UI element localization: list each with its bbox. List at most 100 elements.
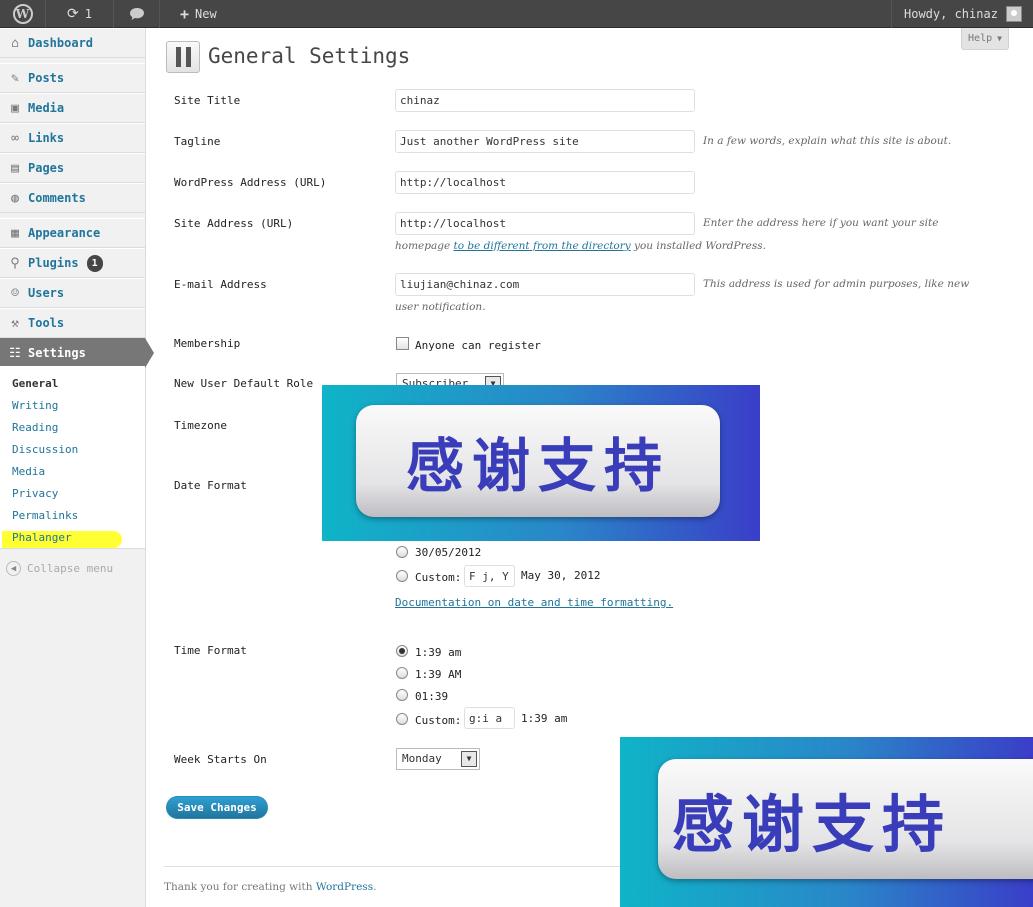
menu-label: Links [28,131,65,145]
menu-pages[interactable]: ▤ Pages [0,153,145,183]
time-format-radio-3[interactable] [396,689,408,701]
week-starts-select[interactable]: Monday ▼ [396,748,480,770]
page-title: General Settings [208,44,411,68]
submenu-permalinks[interactable]: Permalinks [12,509,78,522]
wordpress-menu[interactable]: W [0,0,46,28]
time-format-preview: 1:39 am [521,712,568,725]
new-label: New [195,7,217,21]
updates-count: 1 [84,7,92,21]
collapse-label: Collapse menu [27,562,114,575]
different-directory-link[interactable]: to be different from the directory [454,240,631,252]
banner-text: 感谢支持 [658,759,1033,879]
submenu-discussion[interactable]: Discussion [12,443,78,456]
anyone-can-register-label: Anyone can register [415,339,541,352]
menu-label: Appearance [28,226,101,240]
save-changes-button[interactable]: Save Changes [166,796,268,819]
date-time-documentation-link[interactable]: Documentation on date and time formattin… [395,596,673,609]
media-icon: ▣ [11,100,19,116]
chevron-down-icon: ▼ [997,34,1002,43]
time-format-label: Time Format [174,644,247,657]
admin-sidebar: ⌂ Dashboard ✎ Posts ▣ Media ∞ Links ▤ Pages ◍… [0,28,154,907]
chevron-down-icon: ▼ [461,751,477,767]
howdy-text: Howdy, chinaz [904,7,998,21]
time-format-radio-2[interactable] [396,667,408,679]
submenu-reading[interactable]: Reading [12,421,58,434]
footer-text: Thank you for creating with WordPress. [164,881,376,893]
page-icon: ▤ [11,160,19,176]
date-format-preview: May 30, 2012 [521,569,601,582]
menu-settings[interactable]: ☷ Settings [0,338,154,368]
time-custom-label: Custom: [415,714,462,727]
time-format-custom-input[interactable]: g:i a [464,707,515,729]
banner-text: 感谢支持 [356,405,720,517]
plugins-update-badge: 1 [86,254,103,272]
week-starts-label: Week Starts On [174,753,267,766]
plus-icon: + [180,5,190,23]
plugin-icon: ⚲ [10,255,20,271]
appearance-icon: ▦ [11,225,19,241]
menu-links[interactable]: ∞ Links [0,123,145,153]
menu-label: Settings [28,346,86,360]
menu-label: Users [28,286,65,300]
time-format-radio-1[interactable] [396,645,408,657]
timezone-label: Timezone [174,419,227,432]
settings-submenu: General Writing Reading Discussion Media… [0,366,145,549]
menu-comments[interactable]: ◍ Comments [0,183,145,213]
footer-thanks: Thank you for creating with [164,881,313,893]
site-title-input[interactable]: chinaz [395,89,695,112]
default-role-label: New User Default Role [174,377,314,390]
comment-bubble-icon [129,8,144,20]
site-address-input[interactable]: http://localhost [395,212,695,235]
footer-period: . [373,881,377,893]
refresh-icon: ⟳ [67,6,79,22]
updates-button[interactable]: ⟳ 1 [46,0,114,28]
comments-button[interactable] [114,0,160,28]
date-format-option-label: 30/05/2012 [415,546,482,559]
time-format-option-label: 1:39 AM [415,668,462,681]
menu-plugins[interactable]: ⚲ Plugins 1 [0,248,145,278]
anyone-can-register-checkbox[interactable] [396,337,409,350]
menu-label: Dashboard [28,36,94,50]
submenu-privacy[interactable]: Privacy [12,487,58,500]
menu-posts[interactable]: ✎ Posts [0,63,145,93]
thanks-banner-overlay: 感谢支持 [322,385,760,541]
users-icon: ☺ [11,285,19,301]
new-content-button[interactable]: + New [160,0,270,28]
tagline-input[interactable]: Just another WordPress site [395,130,695,153]
wordpress-address-label: WordPress Address (URL) [174,176,327,189]
submenu-media[interactable]: Media [12,465,45,478]
wordpress-link[interactable]: WordPress [316,881,373,893]
pin-icon: ✎ [11,70,19,86]
menu-label: Media [28,101,65,115]
submenu-general[interactable]: General [12,377,58,390]
desc-text: you installed WordPress. [634,240,766,252]
wordpress-address-input[interactable]: http://localhost [395,171,695,194]
menu-media[interactable]: ▣ Media [0,93,145,123]
account-menu[interactable]: Howdy, chinaz [891,0,1033,28]
collapse-arrow-icon: ◀ [6,561,21,576]
date-format-radio-custom[interactable] [396,570,408,582]
menu-label: Plugins [28,256,79,270]
settings-icon: ☷ [9,345,21,361]
collapse-menu-button[interactable]: ◀ Collapse menu [6,561,113,576]
site-address-description: Enter the address here if you want your … [703,217,939,229]
wordpress-logo-icon: W [12,4,33,24]
time-format-radio-custom[interactable] [396,713,408,725]
settings-page-icon [166,41,200,73]
submenu-writing[interactable]: Writing [12,399,58,412]
date-format-label: Date Format [174,479,247,492]
menu-tools[interactable]: ⚒ Tools [0,308,145,338]
date-format-radio-dmy[interactable] [396,546,408,558]
menu-dashboard[interactable]: ⌂ Dashboard [0,28,145,58]
site-title-label: Site Title [174,94,241,107]
menu-appearance[interactable]: ▦ Appearance [0,218,145,248]
email-description: This address is used for admin purposes,… [703,278,970,290]
help-tab[interactable]: Help ▼ [961,28,1009,50]
date-format-custom-input[interactable]: F j, Y [464,565,515,587]
menu-users[interactable]: ☺ Users [0,278,145,308]
tagline-description: In a few words, explain what this site i… [703,135,952,147]
submenu-phalanger[interactable]: Phalanger [12,531,72,544]
email-field[interactable]: liujian@chinaz.com [395,273,695,296]
help-label: Help [968,33,993,44]
tools-icon: ⚒ [11,315,19,331]
